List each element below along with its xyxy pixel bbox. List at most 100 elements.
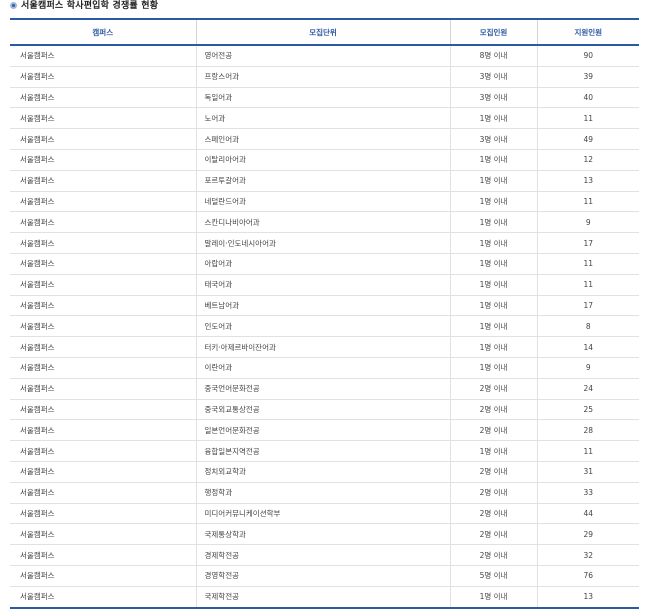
cell-quota: 1명 이내 <box>449 274 537 296</box>
table-row: 서울캠퍼스 미디어커뮤니케이션학부 2명 이내 44 <box>10 503 639 525</box>
cell-campus: 서울캠퍼스 <box>10 87 196 109</box>
cell-quota: 2명 이내 <box>449 399 537 421</box>
header-unit: 모집단위 <box>195 18 450 46</box>
cell-unit: 융합일본지역전공 <box>195 440 450 462</box>
cell-campus: 서울캠퍼스 <box>10 128 196 150</box>
cell-campus: 서울캠퍼스 <box>10 357 196 379</box>
cell-campus: 서울캠퍼스 <box>10 149 196 171</box>
table-body: 서울캠퍼스 영어전공 8명 이내 90 서울캠퍼스 프랑스어과 3명 이내 39 서울캠퍼스 독일… <box>10 45 639 609</box>
cell-applicants: 90 <box>536 45 639 67</box>
cell-applicants: 44 <box>536 503 639 525</box>
cell-quota: 1명 이내 <box>449 440 537 462</box>
table-row: 서울캠퍼스 말레이·인도네시아어과 1명 이내 17 <box>10 232 639 254</box>
table-row: 서울캠퍼스 스페인어과 3명 이내 49 <box>10 128 639 150</box>
table-row: 서울캠퍼스 이란어과 1명 이내 9 <box>10 357 639 379</box>
cell-unit: 이탈리아어과 <box>195 149 450 171</box>
cell-quota: 1명 이내 <box>449 149 537 171</box>
cell-applicants: 8 <box>536 315 639 338</box>
cell-campus: 서울캠퍼스 <box>10 211 196 234</box>
cell-applicants: 49 <box>536 128 639 150</box>
table-row: 서울캠퍼스 국제통상학과 2명 이내 29 <box>10 523 639 546</box>
cell-quota: 2명 이내 <box>449 523 537 546</box>
cell-unit: 터키·아제르바이잔어과 <box>195 336 450 358</box>
cell-unit: 중국언어문화전공 <box>195 378 450 400</box>
cell-campus: 서울캠퍼스 <box>10 191 196 213</box>
cell-campus: 서울캠퍼스 <box>10 274 196 296</box>
table-row: 서울캠퍼스 영어전공 8명 이내 90 <box>10 45 639 67</box>
cell-applicants: 9 <box>536 357 639 379</box>
bullet-circle-icon <box>10 2 17 9</box>
cell-applicants: 14 <box>536 336 639 358</box>
cell-campus: 서울캠퍼스 <box>10 66 196 88</box>
cell-quota: 1명 이내 <box>449 253 537 275</box>
cell-applicants: 11 <box>536 440 639 462</box>
cell-campus: 서울캠퍼스 <box>10 295 196 317</box>
table-row: 서울캠퍼스 태국어과 1명 이내 11 <box>10 274 639 296</box>
cell-campus: 서울캠퍼스 <box>10 315 196 338</box>
cell-campus: 서울캠퍼스 <box>10 461 196 483</box>
cell-unit: 국제학전공 <box>195 586 450 609</box>
cell-quota: 2명 이내 <box>449 503 537 525</box>
cell-unit: 독일어과 <box>195 87 450 109</box>
cell-applicants: 28 <box>536 419 639 442</box>
cell-campus: 서울캠퍼스 <box>10 378 196 400</box>
cell-campus: 서울캠퍼스 <box>10 482 196 504</box>
cell-quota: 1명 이내 <box>449 170 537 192</box>
cell-quota: 8명 이내 <box>449 45 537 67</box>
competition-table-container: 캠퍼스 모집단위 모집인원 지원인원 서울캠퍼스 영어전공 8명 이내 90 서울캠퍼스… <box>10 18 639 609</box>
cell-campus: 서울캠퍼스 <box>10 586 196 609</box>
cell-unit: 영어전공 <box>195 45 450 67</box>
cell-quota: 2명 이내 <box>449 378 537 400</box>
cell-unit: 스페인어과 <box>195 128 450 150</box>
cell-unit: 스칸디나비아어과 <box>195 211 450 234</box>
cell-campus: 서울캠퍼스 <box>10 253 196 275</box>
table-row: 서울캠퍼스 독일어과 3명 이내 40 <box>10 87 639 109</box>
cell-unit: 중국외교통상전공 <box>195 399 450 421</box>
cell-campus: 서울캠퍼스 <box>10 503 196 525</box>
cell-applicants: 33 <box>536 482 639 504</box>
cell-quota: 1명 이내 <box>449 295 537 317</box>
table-row: 서울캠퍼스 일본언어문화전공 2명 이내 28 <box>10 419 639 442</box>
cell-unit: 태국어과 <box>195 274 450 296</box>
cell-unit: 말레이·인도네시아어과 <box>195 232 450 254</box>
cell-quota: 2명 이내 <box>449 482 537 504</box>
cell-applicants: 12 <box>536 149 639 171</box>
cell-unit: 정치외교학과 <box>195 461 450 483</box>
cell-unit: 프랑스어과 <box>195 66 450 88</box>
cell-applicants: 24 <box>536 378 639 400</box>
cell-campus: 서울캠퍼스 <box>10 232 196 254</box>
cell-unit: 네덜란드어과 <box>195 191 450 213</box>
cell-applicants: 13 <box>536 170 639 192</box>
table-row: 서울캠퍼스 노어과 1명 이내 11 <box>10 107 639 130</box>
cell-quota: 2명 이내 <box>449 461 537 483</box>
cell-unit: 일본언어문화전공 <box>195 419 450 442</box>
cell-quota: 1명 이내 <box>449 357 537 379</box>
table-row: 서울캠퍼스 행정학과 2명 이내 33 <box>10 482 639 504</box>
cell-campus: 서울캠퍼스 <box>10 523 196 546</box>
header-applicants: 지원인원 <box>536 18 639 46</box>
table-row: 서울캠퍼스 경제학전공 2명 이내 32 <box>10 544 639 566</box>
cell-quota: 2명 이내 <box>449 419 537 442</box>
table-row: 서울캠퍼스 중국언어문화전공 2명 이내 24 <box>10 378 639 400</box>
cell-campus: 서울캠퍼스 <box>10 419 196 442</box>
cell-applicants: 9 <box>536 211 639 234</box>
cell-applicants: 17 <box>536 232 639 254</box>
cell-quota: 1명 이내 <box>449 107 537 130</box>
cell-applicants: 11 <box>536 274 639 296</box>
cell-unit: 미디어커뮤니케이션학부 <box>195 503 450 525</box>
section-header: 서울캠퍼스 학사편입학 경쟁률 현황 <box>0 0 650 14</box>
cell-applicants: 76 <box>536 565 639 587</box>
cell-applicants: 32 <box>536 544 639 566</box>
cell-campus: 서울캠퍼스 <box>10 399 196 421</box>
table-header: 캠퍼스 모집단위 모집인원 지원인원 <box>10 18 639 46</box>
cell-campus: 서울캠퍼스 <box>10 544 196 566</box>
table-row: 서울캠퍼스 터키·아제르바이잔어과 1명 이내 14 <box>10 336 639 358</box>
table-row: 서울캠퍼스 베트남어과 1명 이내 17 <box>10 295 639 317</box>
cell-quota: 1명 이내 <box>449 211 537 234</box>
cell-applicants: 11 <box>536 253 639 275</box>
cell-quota: 1명 이내 <box>449 232 537 254</box>
cell-quota: 1명 이내 <box>449 336 537 358</box>
cell-campus: 서울캠퍼스 <box>10 336 196 358</box>
cell-applicants: 11 <box>536 107 639 130</box>
table-row: 서울캠퍼스 포르투갈어과 1명 이내 13 <box>10 170 639 192</box>
